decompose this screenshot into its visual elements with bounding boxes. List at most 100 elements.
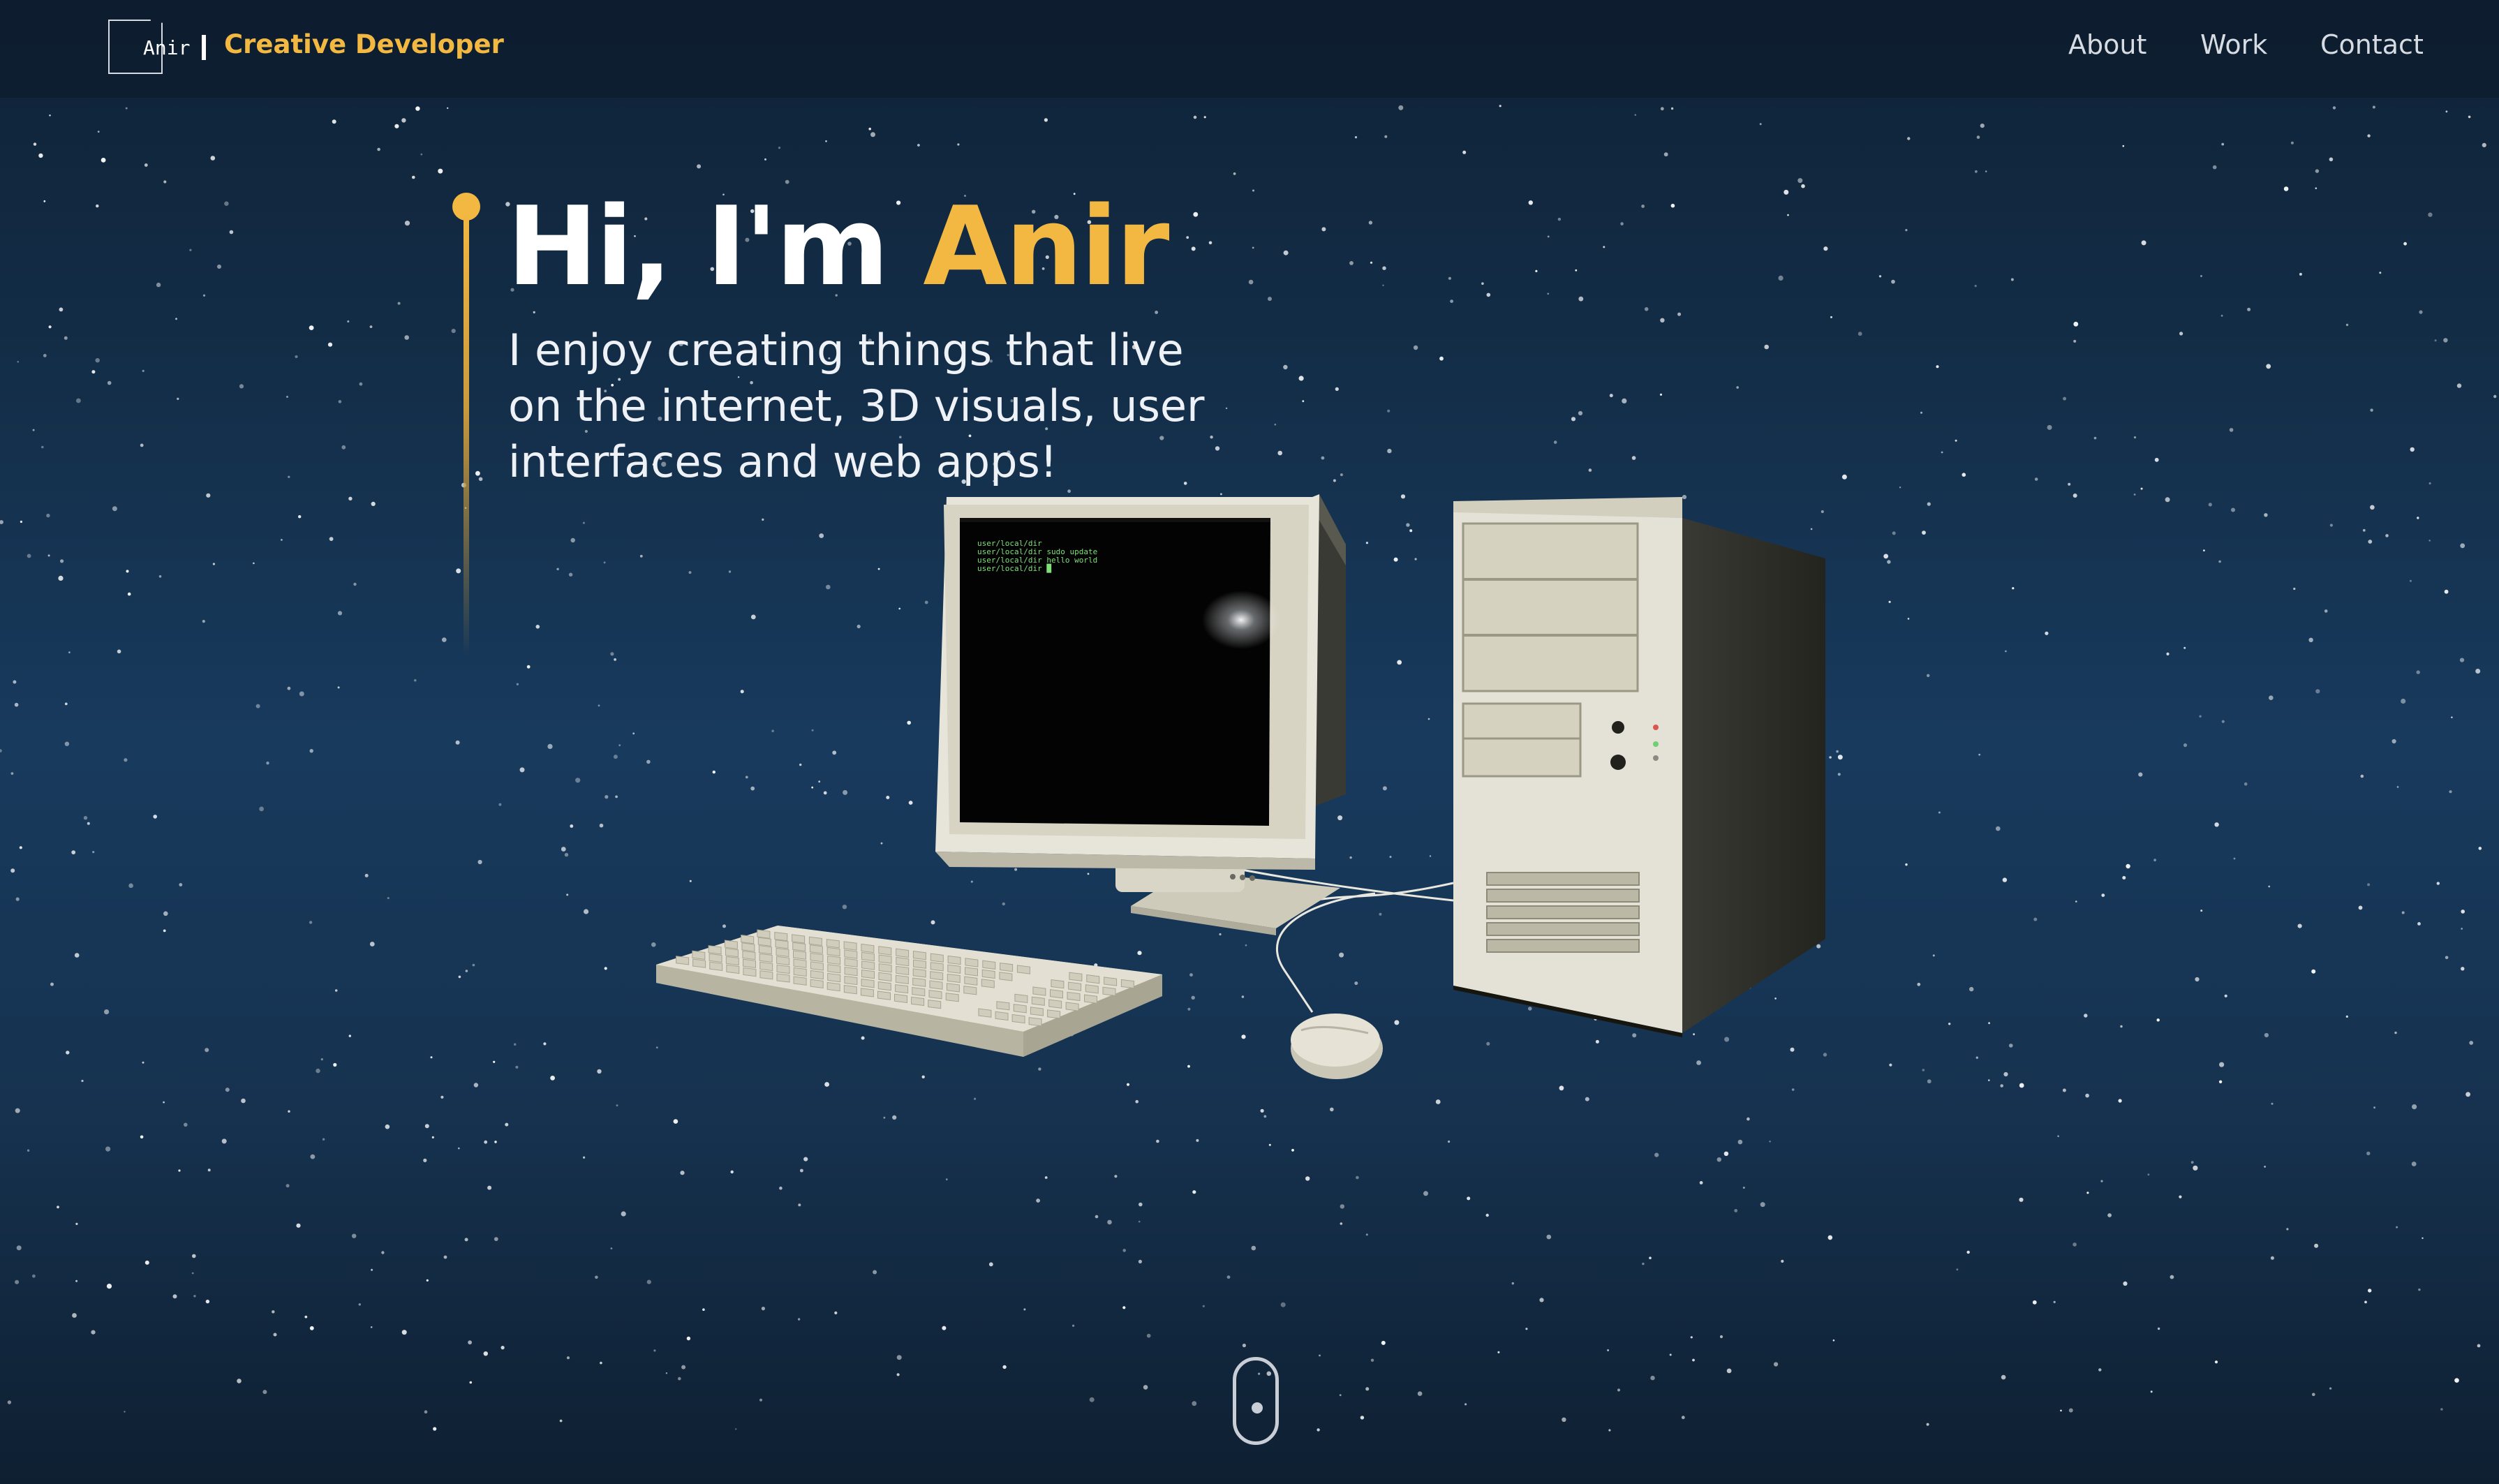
star [2477,1344,2481,1348]
star [32,429,35,431]
star [1387,409,1391,413]
star [2053,1300,2056,1303]
star [599,823,604,828]
star [1922,1069,1925,1071]
star [1778,275,1784,281]
nav-contact[interactable]: Contact [2320,29,2424,60]
star [309,1326,314,1330]
star [2362,528,2366,532]
star [1936,365,1939,369]
star [564,852,569,857]
star [17,361,20,363]
star [104,1009,110,1015]
star [1585,1097,1589,1101]
star [1448,1140,1451,1143]
star [547,743,553,749]
star [2093,436,2097,440]
star [1654,1152,1659,1157]
star [621,1211,626,1217]
star [404,221,410,226]
star [2062,1088,2066,1092]
logo-text[interactable]: Anir [143,36,190,59]
star [27,1149,30,1152]
star [1202,1305,1205,1307]
star [358,1303,361,1306]
keyboard-key [759,970,773,980]
star [597,1069,602,1074]
star [2138,772,2143,777]
keyboard-key [741,935,755,944]
site-header: Anir Creative Developer About Work Conta… [0,0,2499,98]
star [2012,587,2015,590]
star [2150,1390,2153,1393]
keyboard-key [1051,979,1065,989]
star [468,1340,472,1345]
star [125,107,128,110]
star [2120,1025,2123,1028]
star [1196,1138,1199,1142]
star [1002,1365,1007,1370]
star [2465,1092,2471,1097]
star [212,563,215,565]
nav-work[interactable]: Work [2200,29,2267,60]
star [1203,116,1206,119]
keyboard-key [1102,986,1116,997]
star [2086,1192,2089,1194]
star [64,741,70,746]
star [610,1247,613,1249]
keyboard-key [911,996,925,1007]
star [1398,105,1404,110]
star [2244,782,2248,786]
star [1439,356,1444,361]
star [0,520,3,524]
star [680,1171,685,1175]
star [2212,165,2217,170]
star [1734,1209,1738,1212]
star [1974,285,1977,288]
star [1692,1358,1695,1362]
star [33,142,37,146]
star [329,537,334,541]
star [2314,1243,2319,1248]
star [1283,364,1288,370]
mouse-scroll-icon[interactable] [1233,1357,1279,1445]
star [60,559,64,563]
star [2412,1104,2417,1110]
star [957,143,960,146]
nav-about[interactable]: About [2068,29,2146,60]
star [778,147,781,149]
star [2233,857,2236,860]
star [764,158,766,161]
keyboard-key [978,1008,992,1018]
keyboard-key [776,956,790,965]
star [91,1330,96,1335]
star [424,1410,428,1413]
star [1677,312,1682,316]
star [2084,1014,2088,1018]
star [477,859,482,865]
keyboard-key [827,955,841,965]
star [494,1141,497,1143]
terminal-line-4: user/local/dir █ [977,563,1051,573]
star [1349,261,1354,265]
star [337,686,340,689]
keyboard-key [1085,984,1099,994]
star [156,282,161,288]
keyboard-key [844,958,858,967]
keyboard-key [1014,993,1028,1004]
star [614,658,616,661]
star [1938,811,1941,814]
star [205,1299,210,1304]
star [1226,1275,1231,1279]
star [2190,1161,2194,1164]
star [1644,307,1649,311]
keyboard-key [692,958,706,968]
star [604,967,607,970]
star [316,1068,320,1074]
star [1252,246,1254,249]
star [179,883,183,886]
star [761,1307,765,1311]
retro-computer-scene[interactable]: user/local/dir user/local/dir sudo updat… [642,482,1843,1096]
star [1888,600,1891,603]
star [38,153,43,158]
